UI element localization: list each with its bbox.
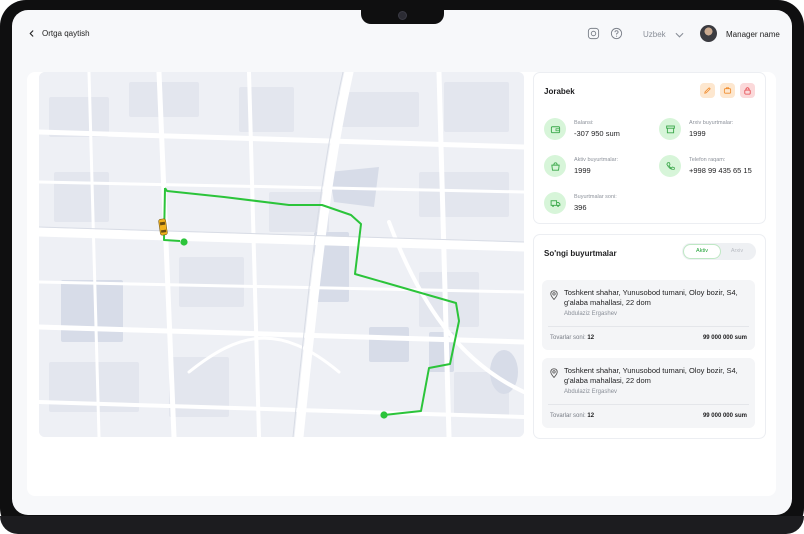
truck-icon bbox=[544, 192, 566, 214]
tab-archive[interactable]: Arxiv bbox=[720, 245, 754, 258]
divider bbox=[548, 404, 749, 405]
camera-notch bbox=[361, 0, 444, 24]
orders-tab-toggle: Aktiv Arxiv bbox=[682, 243, 756, 260]
help-icon[interactable] bbox=[610, 27, 623, 40]
archive-box-icon bbox=[659, 118, 681, 140]
stat-label: Telefon raqam: bbox=[689, 157, 726, 163]
camera-icon bbox=[398, 11, 407, 20]
items-label: Tovarlar soni: bbox=[550, 413, 586, 419]
stat-orders-count: Buyurtmalar soni: 396 bbox=[544, 192, 617, 214]
chevron-left-icon bbox=[29, 30, 34, 37]
order-item[interactable]: Toshkent shahar, Yunusobod tumani, Oloy … bbox=[542, 280, 755, 350]
chevron-down-icon bbox=[675, 32, 684, 38]
edit-button[interactable] bbox=[700, 83, 715, 98]
items-label: Tovarlar soni: bbox=[550, 335, 586, 341]
language-label: Uzbek bbox=[643, 30, 666, 39]
stat-value: 1999 bbox=[689, 129, 706, 138]
stat-label: Arxiv buyurtmalar: bbox=[689, 120, 734, 126]
tab-active[interactable]: Aktiv bbox=[684, 245, 720, 258]
stat-archive-orders: Arxiv buyurtmalar: 1999 bbox=[659, 118, 733, 140]
stat-value: -307 950 sum bbox=[574, 129, 620, 138]
scan-icon[interactable] bbox=[587, 27, 600, 40]
order-price: 99 000 000 sum bbox=[702, 413, 747, 419]
recent-orders-card: So'ngi buyurtmalar Aktiv Arxiv Toshkent … bbox=[533, 234, 766, 439]
order-items: Tovarlar soni: 12 bbox=[550, 335, 594, 341]
language-select[interactable]: Uzbek bbox=[643, 30, 684, 39]
delete-button[interactable] bbox=[740, 83, 755, 98]
driver-info-card: Jorabek Balansi: -307 950 sum Arxiv buyur… bbox=[533, 72, 766, 224]
stat-value: +998 99 435 65 15 bbox=[689, 166, 752, 175]
route-map[interactable] bbox=[39, 72, 524, 437]
stat-value: 396 bbox=[574, 203, 587, 212]
items-count: 12 bbox=[587, 413, 595, 419]
lock-icon bbox=[744, 87, 751, 95]
stat-active-orders: Aktiv buyurtmalar: 1999 bbox=[544, 155, 618, 177]
laptop-chin bbox=[0, 516, 804, 534]
phone-icon bbox=[659, 155, 681, 177]
stat-label: Aktiv buyurtmalar: bbox=[574, 157, 619, 163]
order-item[interactable]: Toshkent shahar, Yunusobod tumani, Oloy … bbox=[542, 358, 755, 428]
order-customer: Abdulaziz Ergashev bbox=[564, 311, 618, 317]
stat-label: Buyurtmalar soni: bbox=[574, 194, 617, 200]
user-name[interactable]: Manager name bbox=[726, 30, 780, 39]
edit-icon bbox=[704, 87, 711, 94]
shopping-bag-icon bbox=[544, 155, 566, 177]
app-screen: Ortga qaytish Uzbek Manager name Jorabek… bbox=[12, 10, 792, 515]
stat-value: 1999 bbox=[574, 166, 591, 175]
message-button[interactable] bbox=[720, 83, 735, 98]
location-pin-icon bbox=[550, 368, 558, 378]
order-items: Tovarlar soni: 12 bbox=[550, 413, 594, 419]
driver-name: Jorabek bbox=[544, 87, 575, 96]
divider bbox=[548, 326, 749, 327]
wallet-icon bbox=[544, 118, 566, 140]
back-label: Ortga qaytish bbox=[42, 29, 90, 38]
items-count: 12 bbox=[587, 335, 595, 341]
stat-label: Balansi: bbox=[574, 120, 594, 126]
briefcase-icon bbox=[723, 87, 732, 94]
back-button[interactable]: Ortga qaytish bbox=[28, 29, 90, 38]
order-address: Toshkent shahar, Yunusobod tumani, Oloy … bbox=[564, 366, 738, 385]
orders-title: So'ngi buyurtmalar bbox=[544, 249, 617, 258]
order-customer: Abdulaziz Ergashev bbox=[564, 389, 618, 395]
location-pin-icon bbox=[550, 290, 558, 300]
stat-balance: Balansi: -307 950 sum bbox=[544, 118, 620, 140]
laptop-frame: Ortga qaytish Uzbek Manager name Jorabek… bbox=[0, 0, 804, 534]
stat-phone: Telefon raqam: +998 99 435 65 15 bbox=[659, 155, 752, 177]
order-address: Toshkent shahar, Yunusobod tumani, Oloy … bbox=[564, 288, 738, 307]
order-price: 99 000 000 sum bbox=[702, 335, 747, 341]
avatar[interactable] bbox=[700, 25, 717, 42]
driver-actions bbox=[700, 83, 755, 98]
